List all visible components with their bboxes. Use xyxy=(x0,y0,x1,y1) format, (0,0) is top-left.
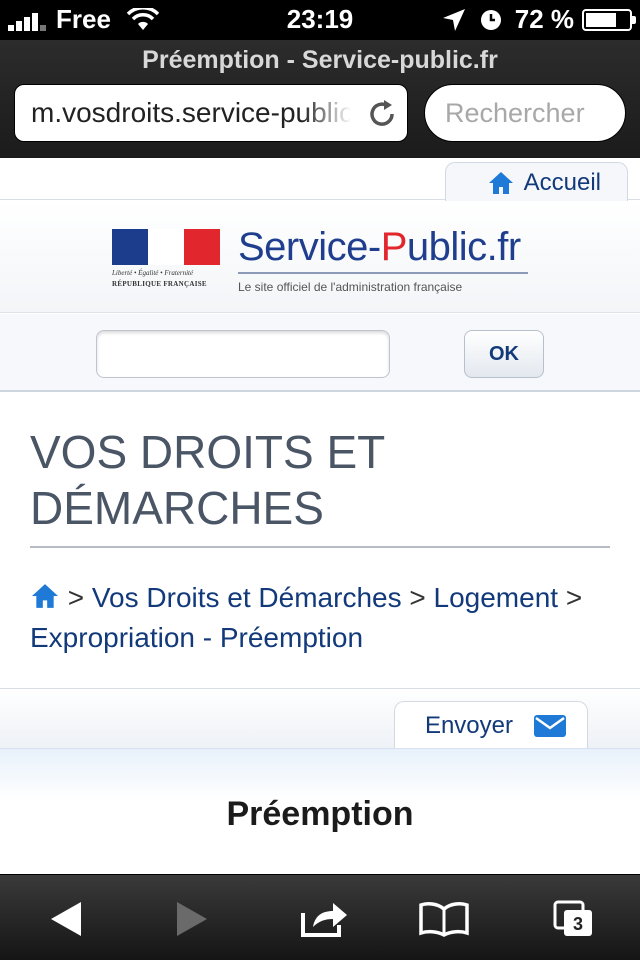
send-button[interactable]: Envoyer xyxy=(393,701,588,749)
tabs-button[interactable]: 3 xyxy=(548,897,600,941)
share-button[interactable] xyxy=(298,897,350,941)
battery-percent: 72 % xyxy=(514,4,574,34)
brand-name: Service-Public.fr xyxy=(238,225,528,270)
breadcrumb-link-vos-droits[interactable]: Vos Droits et Démarches xyxy=(92,582,402,613)
status-bar: Free 23:19 72 % xyxy=(0,0,640,40)
address-bar[interactable]: m.vosdroits.service-public.fr xyxy=(14,84,408,142)
browser-toolbar: 3 xyxy=(0,874,640,960)
breadcrumb-link-logement[interactable]: Logement xyxy=(434,582,559,613)
back-arrow-icon xyxy=(51,902,81,936)
bookmarks-button[interactable] xyxy=(418,897,470,941)
back-button[interactable] xyxy=(40,897,92,941)
republique-francaise-logo[interactable]: Liberté • Égalité • Fraternité RÉPUBLIQU… xyxy=(112,229,220,299)
bookmarks-book-icon xyxy=(419,902,469,937)
brand-name-red-letter: P xyxy=(380,225,408,269)
breadcrumb-separator: > xyxy=(565,582,583,613)
rf-name: RÉPUBLIQUE FRANÇAISE xyxy=(112,280,207,288)
rf-motto: Liberté • Égalité • Fraternité xyxy=(112,269,194,277)
battery-fill xyxy=(586,12,616,27)
home-tab[interactable]: Accueil xyxy=(444,162,628,202)
search-ok-button[interactable]: OK xyxy=(464,330,544,378)
browser-search-field[interactable]: Rechercher xyxy=(424,84,626,142)
browser-page-title: Préemption - Service-public.fr xyxy=(142,46,498,74)
breadcrumb-separator: > xyxy=(67,582,85,613)
alarm-clock-icon xyxy=(480,9,501,30)
envelope-icon xyxy=(534,714,566,737)
tab-count: 3 xyxy=(573,914,583,934)
article-title: Préemption xyxy=(226,795,414,833)
brand-name-part: Service- xyxy=(238,225,381,269)
address-bar-url: m.vosdroits.service-public.fr xyxy=(31,97,351,128)
section-title: VOS DROITS ET DÉMARCHES xyxy=(30,426,385,534)
forward-button[interactable] xyxy=(166,897,218,941)
breadcrumb: > Vos Droits et Démarches > Logement > E… xyxy=(30,578,620,658)
breadcrumb-home-icon[interactable] xyxy=(30,583,60,609)
brand-tagline: Le site officiel de l'administration fra… xyxy=(238,280,463,294)
brand-name-part: ublic.fr xyxy=(406,225,521,269)
status-right: 72 % xyxy=(441,4,636,35)
brand-divider xyxy=(238,272,528,274)
forward-arrow-icon xyxy=(177,902,207,936)
share-strip: Envoyer xyxy=(0,688,640,749)
site-header: Liberté • Égalité • Fraternité RÉPUBLIQU… xyxy=(0,201,640,313)
location-arrow-icon xyxy=(442,8,465,31)
top-strip: Accueil xyxy=(0,158,640,202)
battery-icon xyxy=(582,8,636,31)
site-search-bar: OK xyxy=(0,314,640,392)
section-divider xyxy=(30,546,610,548)
share-arrow-icon xyxy=(301,903,347,937)
breadcrumb-link-expropriation[interactable]: Expropriation - Préemption xyxy=(30,622,363,653)
home-icon xyxy=(488,171,513,194)
web-page: Accueil Liberté • Égalité • Fraternité R… xyxy=(0,158,640,874)
service-public-logo[interactable]: Service-Public.fr Le site officiel de l'… xyxy=(238,225,528,294)
reload-icon[interactable] xyxy=(365,97,399,131)
breadcrumb-separator: > xyxy=(409,582,426,613)
home-tab-label: Accueil xyxy=(523,168,601,196)
french-flag-emblem xyxy=(112,229,220,265)
article-box: Préemption xyxy=(0,748,640,874)
send-label: Envoyer xyxy=(424,711,513,739)
browser-top-bar: Préemption - Service-public.fr m.vosdroi… xyxy=(0,40,640,158)
site-search-input[interactable] xyxy=(96,330,390,378)
tabs-pages-icon: 3 xyxy=(553,900,592,936)
